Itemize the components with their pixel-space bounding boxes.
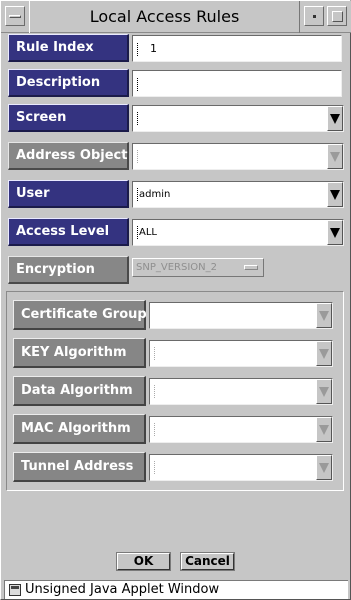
tunnel-address-value <box>152 455 314 480</box>
address-object-value <box>135 144 325 169</box>
access-level-value: ALL <box>137 225 157 239</box>
chevron-down-icon <box>330 113 340 124</box>
ok-button[interactable]: OK <box>116 552 171 571</box>
encryption-value: SNP_VERSION_2 <box>136 262 217 273</box>
key-algorithm-dropdown-button[interactable] <box>316 341 332 366</box>
tunnel-address-dropdown-button[interactable] <box>316 455 332 480</box>
rule-index-field[interactable]: 1 <box>132 35 342 62</box>
cancel-button[interactable]: Cancel <box>180 552 235 571</box>
chevron-down-icon <box>319 386 329 397</box>
key-algorithm-combobox[interactable] <box>149 340 333 367</box>
access-level-dropdown-button[interactable] <box>327 220 343 245</box>
encryption-label: Encryption <box>8 256 129 284</box>
address-object-label: Address Object <box>8 142 129 170</box>
window-menu-icon[interactable] <box>5 6 25 26</box>
text-caret <box>137 42 138 56</box>
key-algorithm-value <box>152 341 314 366</box>
certificate-group-label: Certificate Group <box>13 300 147 330</box>
user-dropdown-button[interactable] <box>327 182 343 207</box>
mac-algorithm-value <box>152 417 314 442</box>
description-label: Description <box>8 69 129 97</box>
certificate-group-combobox[interactable] <box>149 302 333 329</box>
data-algorithm-combobox[interactable] <box>149 378 333 405</box>
user-combobox[interactable]: admin <box>132 181 344 208</box>
chevron-down-icon <box>330 151 340 162</box>
screen-combobox[interactable] <box>132 105 344 132</box>
key-algorithm-label: KEY Algorithm <box>13 338 146 368</box>
text-caret <box>137 77 138 91</box>
applet-status-bar: Unsigned Java Applet Window <box>4 580 348 599</box>
data-algorithm-dropdown-button[interactable] <box>316 379 332 404</box>
title-bar[interactable]: Local Access Rules <box>1 1 351 33</box>
minimize-icon[interactable] <box>304 6 324 26</box>
encryption-option-menu[interactable]: SNP_VERSION_2 <box>132 258 264 277</box>
user-value: admin <box>137 187 171 201</box>
chevron-down-icon <box>330 189 340 200</box>
tunnel-address-combobox[interactable] <box>149 454 333 481</box>
mac-algorithm-dropdown-button[interactable] <box>316 417 332 442</box>
maximize-icon[interactable] <box>327 6 347 26</box>
rule-index-label: Rule Index <box>8 34 129 62</box>
description-field[interactable] <box>132 70 342 97</box>
mac-algorithm-combobox[interactable] <box>149 416 333 443</box>
chevron-down-icon <box>330 227 340 238</box>
java-applet-icon <box>9 584 21 596</box>
access-level-combobox[interactable]: ALL <box>132 219 344 246</box>
chevron-down-icon <box>319 462 329 473</box>
window-title: Local Access Rules <box>29 1 300 33</box>
data-algorithm-label: Data Algorithm <box>13 376 146 406</box>
mac-algorithm-label: MAC Algorithm <box>13 414 146 444</box>
screen-dropdown-button[interactable] <box>327 106 343 131</box>
certificate-group-value <box>152 303 314 328</box>
data-algorithm-value <box>152 379 314 404</box>
chevron-down-icon <box>319 310 329 321</box>
user-label: User <box>8 180 129 208</box>
option-menu-indicator-icon <box>244 265 258 270</box>
access-level-label: Access Level <box>8 218 129 246</box>
chevron-down-icon <box>319 348 329 359</box>
certificate-group-dropdown-button[interactable] <box>316 303 332 328</box>
address-object-combobox[interactable] <box>132 143 344 170</box>
screen-value <box>135 106 325 131</box>
screen-label: Screen <box>8 104 129 132</box>
address-object-dropdown-button[interactable] <box>327 144 343 169</box>
applet-status-text: Unsigned Java Applet Window <box>25 582 220 597</box>
local-access-rules-window: Local Access Rules Rule Index 1 Descript… <box>0 0 351 600</box>
rule-index-value: 1 <box>150 42 157 55</box>
chevron-down-icon <box>319 424 329 435</box>
tunnel-address-label: Tunnel Address <box>13 452 146 482</box>
